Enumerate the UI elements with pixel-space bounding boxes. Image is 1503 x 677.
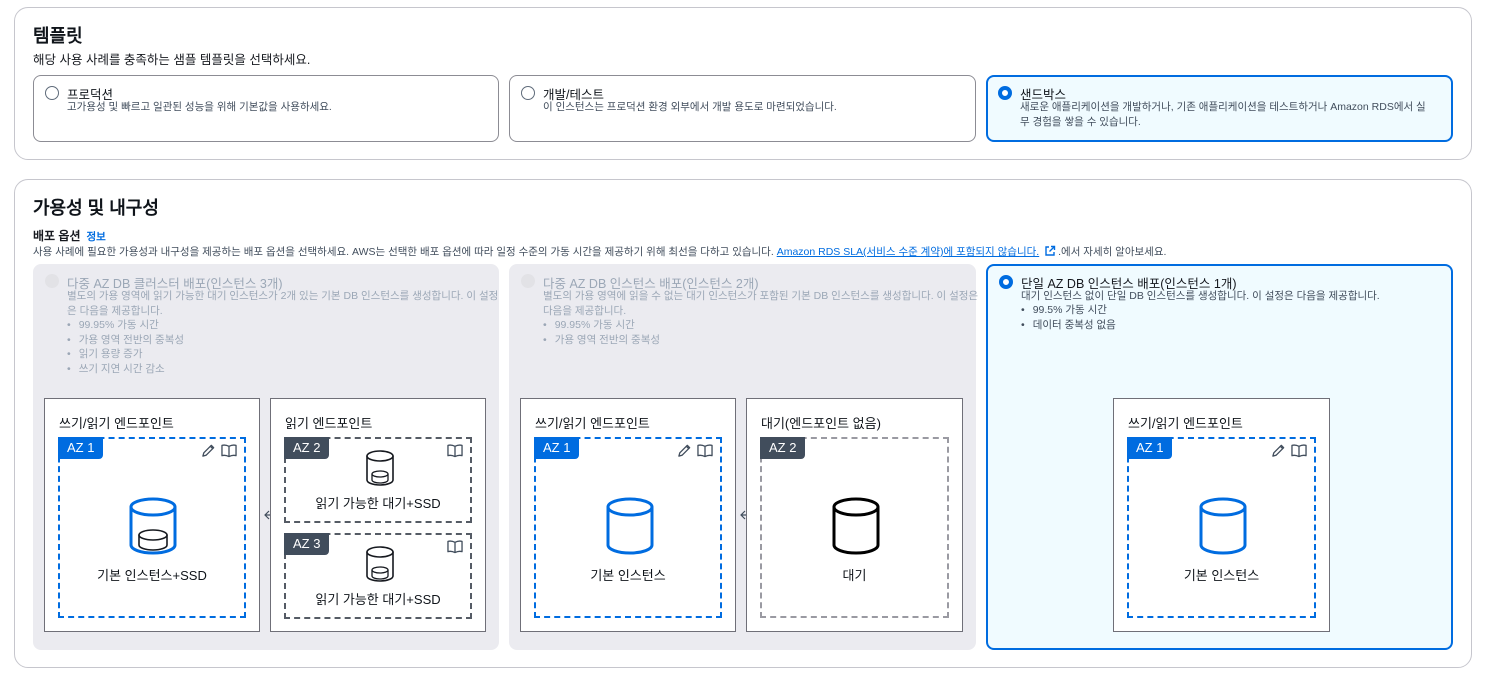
read-endpoint-box: 읽기 엔드포인트 AZ 2 읽기 가능한 대기+SSD AZ 3 읽기 가능한 …: [270, 398, 486, 632]
info-link[interactable]: 정보: [87, 231, 106, 243]
option-multi-az-instance-bullets: 99.95% 가동 시간 가용 영역 전반의 중복성: [555, 318, 660, 348]
option-single-az-bullets: 99.5% 가동 시간 데이터 중복성 없음: [1033, 303, 1116, 333]
rw-endpoint-title: 쓰기/읽기 엔드포인트: [59, 416, 174, 431]
template-production-description: 고가용성 및 빠르고 일관된 성능을 위해 기본값을 사용하세요.: [67, 101, 332, 113]
mini-icons: [446, 539, 464, 554]
book-icon: [220, 443, 238, 458]
az1-tag: AZ 1: [534, 437, 580, 459]
external-link-icon[interactable]: [1044, 245, 1056, 257]
az3-tag: AZ 3: [284, 533, 330, 555]
database-ssd-icon: [366, 450, 394, 486]
option-single-az[interactable]: 단일 AZ DB 인스턴스 배포(인스턴스 1개) 대기 인스턴스 없이 단일 …: [986, 264, 1453, 650]
standby-label: 대기: [842, 568, 867, 583]
bullet: 읽기 용량 증가: [79, 347, 184, 362]
templates-panel: 템플릿 해당 사용 사례를 충족하는 샘플 템플릿을 선택하세요. 프로덕션 고…: [14, 7, 1472, 160]
pencil-icon: [201, 443, 216, 458]
template-sandbox-description-line2: 무 경험을 쌓을 수 있습니다.: [1020, 116, 1141, 128]
primary-instance-label: 기본 인스턴스+SSD: [97, 568, 207, 583]
mini-icons: [446, 443, 464, 458]
template-sandbox-description-line1: 새로운 애플리케이션을 개발하거나, 기존 애플리케이션을 테스트하거나 Ama…: [1020, 101, 1426, 113]
template-production-tile[interactable]: 프로덕션 고가용성 및 빠르고 일관된 성능을 위해 기본값을 사용하세요.: [33, 75, 499, 142]
deployment-options-description: 사용 사례에 필요한 가용성과 내구성을 제공하는 배포 옵션을 선택하세요. …: [33, 244, 1166, 259]
az2-zone: AZ 2 대기: [760, 437, 949, 618]
availability-title: 가용성 및 내구성: [33, 198, 159, 218]
az2-zone: AZ 2 읽기 가능한 대기+SSD: [284, 437, 472, 523]
mini-icons: [677, 443, 714, 458]
template-devtest-radio[interactable]: [521, 86, 535, 100]
option-multi-az-cluster-radio: [45, 274, 59, 288]
bullet: 데이터 중복성 없음: [1033, 318, 1116, 333]
rw-endpoint-box: 쓰기/읽기 엔드포인트 AZ 1 기본 인스턴스: [1113, 398, 1330, 632]
pencil-icon: [1271, 443, 1286, 458]
mini-icons: [1271, 443, 1308, 458]
az1-zone: AZ 1 기본 인스턴스: [1127, 437, 1316, 618]
database-icon: [1199, 497, 1247, 555]
rw-endpoint-title: 쓰기/읽기 엔드포인트: [535, 416, 650, 431]
option-multi-az-cluster-bullets: 99.95% 가동 시간 가용 영역 전반의 중복성 읽기 용량 증가 쓰기 지…: [79, 318, 184, 377]
deployment-desc-prefix: 사용 사례에 필요한 가용성과 내구성을 제공하는 배포 옵션을 선택하세요. …: [33, 246, 777, 258]
deployment-options-heading: 배포 옵션 정보: [33, 227, 106, 244]
bullet: 99.95% 가동 시간: [79, 318, 184, 333]
standby-box: 대기(엔드포인트 없음) AZ 2 대기: [746, 398, 963, 632]
az1-zone: AZ 1 기본 인스턴스: [534, 437, 722, 618]
bullet: 99.5% 가동 시간: [1033, 303, 1116, 318]
option-multi-az-instance-radio: [521, 274, 535, 288]
option-single-az-text: 대기 인스턴스 없이 단일 DB 인스턴스를 생성합니다. 이 설정은 다음을 …: [1021, 290, 1380, 302]
book-icon: [446, 443, 464, 458]
deployment-options-label: 배포 옵션: [33, 229, 81, 243]
read-endpoint-title: 읽기 엔드포인트: [285, 416, 373, 431]
az2-tag: AZ 2: [760, 437, 806, 459]
option-multi-az-instance-text: 별도의 가용 영역에 읽을 수 없는 대기 인스턴스가 포함된 기본 DB 인스…: [543, 290, 979, 317]
template-devtest-tile[interactable]: 개발/테스트 이 인스턴스는 프로덕션 환경 외부에서 개발 용도로 마련되었습…: [509, 75, 976, 142]
templates-title: 템플릿: [33, 26, 83, 46]
option-multi-az-cluster: 다중 AZ DB 클러스터 배포(인스턴스 3개) 별도의 가용 영역에 읽기 …: [33, 264, 499, 650]
rw-endpoint-box: 쓰기/읽기 엔드포인트 AZ 1 기본 인스턴스: [520, 398, 736, 632]
deployment-desc-suffix: .에서 자세히 알아보세요.: [1058, 246, 1167, 258]
primary-instance-label: 기본 인스턴스: [1183, 568, 1260, 583]
bullet: 99.95% 가동 시간: [555, 318, 660, 333]
template-sandbox-tile[interactable]: 샌드박스 새로운 애플리케이션을 개발하거나, 기존 애플리케이션을 테스트하거…: [986, 75, 1453, 142]
standby-endpoint-title: 대기(엔드포인트 없음): [761, 416, 881, 431]
database-ssd-icon: [366, 546, 394, 582]
database-ssd-icon: [129, 497, 177, 555]
bullet: 쓰기 지연 시간 감소: [79, 362, 184, 377]
availability-panel: 가용성 및 내구성 배포 옵션 정보 사용 사례에 필요한 가용성과 내구성을 제…: [14, 179, 1472, 668]
book-icon: [696, 443, 714, 458]
sla-link[interactable]: Amazon RDS SLA(서비스 수준 계약)에 포함되지 않습니다.: [777, 246, 1040, 258]
option-multi-az-cluster-text: 별도의 가용 영역에 읽기 가능한 대기 인스턴스가 2개 있는 기본 DB 인…: [67, 290, 499, 317]
standby-label-1: 읽기 가능한 대기+SSD: [315, 496, 441, 511]
template-devtest-description: 이 인스턴스는 프로덕션 환경 외부에서 개발 용도로 마련되었습니다.: [543, 101, 837, 113]
template-sandbox-radio[interactable]: [998, 86, 1012, 100]
template-production-radio[interactable]: [45, 86, 59, 100]
template-sandbox-description: 새로운 애플리케이션을 개발하거나, 기존 애플리케이션을 테스트하거나 Ama…: [1020, 100, 1450, 130]
option-multi-az-instance: 다중 AZ DB 인스턴스 배포(인스턴스 2개) 별도의 가용 영역에 읽을 …: [509, 264, 978, 650]
database-icon: [832, 497, 880, 555]
book-icon: [1290, 443, 1308, 458]
az2-tag: AZ 2: [284, 437, 330, 459]
standby-label-2: 읽기 가능한 대기+SSD: [315, 592, 441, 607]
templates-description: 해당 사용 사례를 충족하는 샘플 템플릿을 선택하세요.: [33, 53, 311, 67]
database-icon: [606, 497, 654, 555]
rw-endpoint-title: 쓰기/읽기 엔드포인트: [1128, 416, 1243, 431]
bullet: 가용 영역 전반의 중복성: [555, 333, 660, 348]
book-icon: [446, 539, 464, 554]
primary-instance-label: 기본 인스턴스: [590, 568, 666, 583]
az1-tag: AZ 1: [1127, 437, 1173, 459]
az1-zone: AZ 1 기본 인스턴스+SSD: [58, 437, 246, 618]
mini-icons: [201, 443, 238, 458]
bullet: 가용 영역 전반의 중복성: [79, 333, 184, 348]
rw-endpoint-box: 쓰기/읽기 엔드포인트 AZ 1 기본 인스턴스+SSD: [44, 398, 260, 632]
az3-zone: AZ 3 읽기 가능한 대기+SSD: [284, 533, 472, 619]
az1-tag: AZ 1: [58, 437, 104, 459]
option-single-az-radio[interactable]: [999, 275, 1013, 289]
pencil-icon: [677, 443, 692, 458]
